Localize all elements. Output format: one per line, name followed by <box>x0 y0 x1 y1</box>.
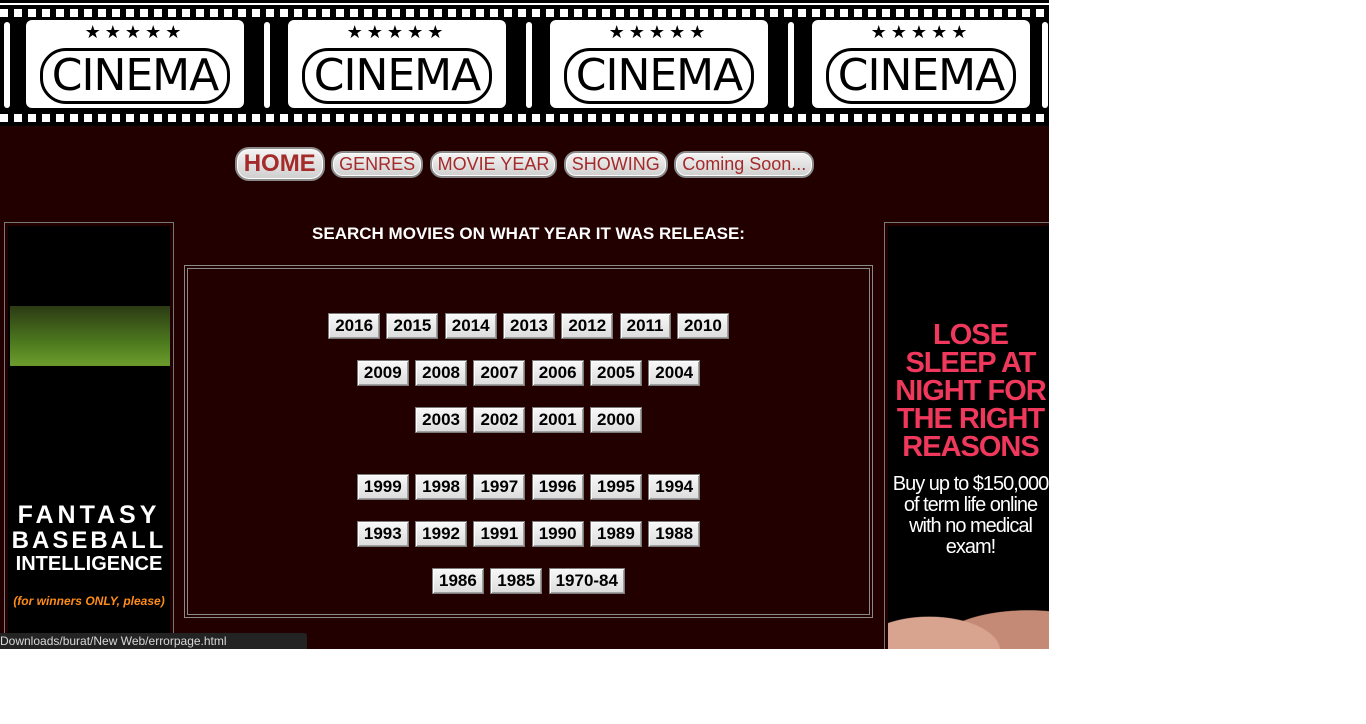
year-row: 2016 2015 2014 2013 2012 2011 2010 <box>185 313 872 339</box>
year-button-1994[interactable]: 1994 <box>648 474 701 500</box>
stars-icon: ★★★★★ <box>346 22 448 43</box>
stars-icon: ★★★★★ <box>608 22 710 43</box>
year-button-1991[interactable]: 1991 <box>473 521 526 547</box>
life-insurance-ad[interactable]: LOSE SLEEP AT NIGHT FOR THE RIGHT REASON… <box>884 222 1049 649</box>
main-nav: HOME GENRES MOVIE YEAR SHOWING Coming So… <box>0 147 1049 181</box>
year-button-1986[interactable]: 1986 <box>432 568 484 594</box>
year-button-2005[interactable]: 2005 <box>590 360 642 386</box>
year-row: 1993 1992 1991 1990 1989 1988 <box>185 521 872 547</box>
cinema-frame: ★★★★★ CINEMA <box>288 20 506 108</box>
fantasy-baseball-ad[interactable]: FANTASY BASEBALL INTELLIGENCE (for winne… <box>4 222 174 649</box>
frame-divider <box>788 22 794 108</box>
cinema-banner: ★★★★★ CINEMA ★★★★★ CINEMA ★★★★★ CINEMA ★… <box>0 0 1049 126</box>
cinema-logo-text: CINEMA <box>826 48 1016 104</box>
cinema-logo-text: CINEMA <box>302 48 492 104</box>
year-button-1970-84[interactable]: 1970-84 <box>548 568 625 594</box>
ad-background: FANTASY BASEBALL INTELLIGENCE (for winne… <box>8 226 170 649</box>
year-button-2004[interactable]: 2004 <box>648 360 701 386</box>
year-button-1998[interactable]: 1998 <box>415 474 467 500</box>
year-row: 2009 2008 2007 2006 2005 2004 <box>185 360 872 386</box>
year-button-2002[interactable]: 2002 <box>473 407 526 433</box>
frame-divider <box>526 22 532 108</box>
ad-headline: LOSE SLEEP AT NIGHT FOR THE RIGHT REASON… <box>895 319 1047 463</box>
browser-status-bar: Downloads/burat/New Web/errorpage.html <box>0 633 307 649</box>
stars-icon: ★★★★★ <box>84 22 186 43</box>
nav-home-button[interactable]: HOME <box>234 147 325 181</box>
year-button-2001[interactable]: 2001 <box>531 407 584 433</box>
frame-divider <box>1042 22 1048 108</box>
year-button-2007[interactable]: 2007 <box>473 360 526 386</box>
sprocket-row-top <box>0 9 1049 17</box>
year-button-1992[interactable]: 1992 <box>415 521 467 547</box>
ad-tagline: (for winners ONLY, please) <box>13 594 165 608</box>
cinema-frame: ★★★★★ CINEMA <box>550 20 768 108</box>
ad-subtext: Buy up to $150,000 of term life online w… <box>892 473 1049 558</box>
cinema-frame: ★★★★★ CINEMA <box>812 20 1030 108</box>
cinema-frame: ★★★★★ CINEMA <box>26 20 244 108</box>
frame-divider <box>4 22 10 108</box>
year-button-2011[interactable]: 2011 <box>619 313 671 339</box>
banner-top-line <box>0 3 1049 5</box>
year-button-2000[interactable]: 2000 <box>590 407 642 433</box>
search-heading: SEARCH MOVIES ON WHAT YEAR IT WAS RELEAS… <box>312 224 745 243</box>
year-button-2015[interactable]: 2015 <box>386 313 439 339</box>
year-button-2003[interactable]: 2003 <box>415 407 467 433</box>
cinema-logo-text: CINEMA <box>40 48 230 104</box>
nav-coming-soon-button[interactable]: Coming Soon... <box>674 150 815 178</box>
year-button-2012[interactable]: 2012 <box>561 313 614 339</box>
year-button-1989[interactable]: 1989 <box>590 521 642 547</box>
year-row: 1986 1985 1970-84 <box>185 568 872 594</box>
couple-image <box>888 591 1049 649</box>
site-container: ★★★★★ CINEMA ★★★★★ CINEMA ★★★★★ CINEMA ★… <box>0 0 1049 649</box>
nav-showing-button[interactable]: SHOWING <box>563 150 668 178</box>
ad-line-fantasy: FANTASY <box>17 501 161 529</box>
crowd-silhouette <box>10 366 170 426</box>
year-button-1993[interactable]: 1993 <box>356 521 409 547</box>
nav-movie-year-button[interactable]: MOVIE YEAR <box>429 150 558 178</box>
nav-genres-button[interactable]: GENRES <box>331 150 424 178</box>
year-button-2008[interactable]: 2008 <box>415 360 467 386</box>
year-button-2009[interactable]: 2009 <box>356 360 409 386</box>
year-panel: 2016 2015 2014 2013 2012 2011 2010 2009 … <box>184 265 873 618</box>
ad-line-baseball: BASEBALL <box>11 527 167 554</box>
cinema-logo-text: CINEMA <box>564 48 754 104</box>
year-button-2016[interactable]: 2016 <box>328 313 381 339</box>
year-button-1999[interactable]: 1999 <box>356 474 409 500</box>
year-button-1996[interactable]: 1996 <box>531 474 584 500</box>
year-button-1985[interactable]: 1985 <box>490 568 543 594</box>
stars-icon: ★★★★★ <box>870 22 972 43</box>
year-button-1990[interactable]: 1990 <box>531 521 584 547</box>
year-button-2014[interactable]: 2014 <box>444 313 497 339</box>
year-button-2013[interactable]: 2013 <box>503 313 555 339</box>
year-button-1988[interactable]: 1988 <box>648 521 701 547</box>
year-button-1995[interactable]: 1995 <box>590 474 642 500</box>
sprocket-row-bottom <box>0 114 1049 122</box>
ad-background: LOSE SLEEP AT NIGHT FOR THE RIGHT REASON… <box>888 226 1049 649</box>
frame-divider <box>264 22 270 108</box>
year-button-1997[interactable]: 1997 <box>473 474 526 500</box>
year-button-2010[interactable]: 2010 <box>676 313 729 339</box>
ad-line-intelligence: INTELLIGENCE <box>15 553 163 575</box>
year-button-2006[interactable]: 2006 <box>531 360 584 386</box>
year-row: 1999 1998 1997 1996 1995 1994 <box>185 474 872 500</box>
year-row: 2003 2002 2001 2000 <box>185 407 872 433</box>
